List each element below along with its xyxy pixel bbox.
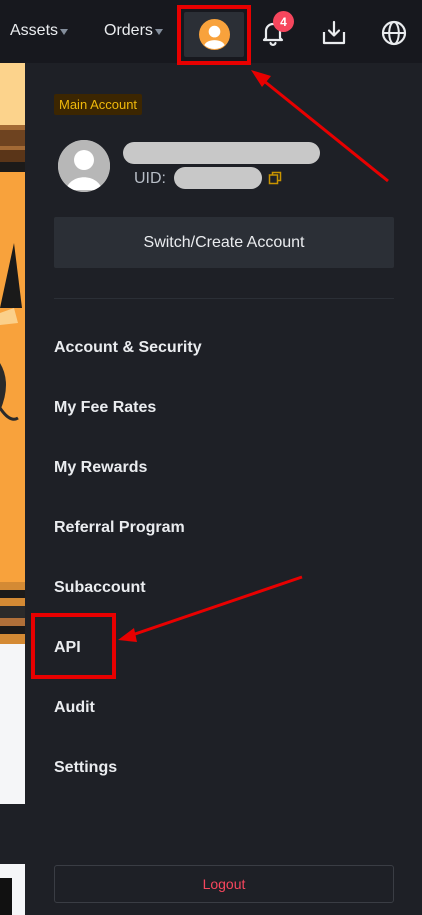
notifications-button[interactable]: 4	[258, 11, 294, 48]
assets-menu[interactable]: Assets	[10, 22, 69, 40]
main-account-tag: Main Account	[54, 94, 143, 115]
switch-create-account-button[interactable]: Switch/Create Account	[54, 217, 394, 268]
logout-button[interactable]: Logout	[54, 865, 394, 903]
menu-item-referral-program[interactable]: Referral Program	[54, 519, 185, 537]
user-profile-avatar	[58, 140, 110, 192]
orders-menu[interactable]: Orders	[104, 22, 163, 40]
notification-count-badge: 4	[273, 11, 294, 32]
background-illustration	[0, 63, 25, 915]
api-highlight-box	[31, 613, 116, 679]
background-page-strip	[0, 63, 25, 915]
menu-item-subaccount[interactable]: Subaccount	[54, 579, 146, 597]
globe-icon	[381, 20, 407, 46]
redacted-username	[123, 142, 320, 164]
menu-item-fee-rates[interactable]: My Fee Rates	[54, 399, 156, 417]
assets-label: Assets	[10, 22, 59, 39]
menu-item-settings[interactable]: Settings	[54, 759, 117, 777]
redacted-uid	[174, 167, 262, 189]
copy-icon[interactable]	[268, 171, 282, 185]
download-button[interactable]	[320, 19, 348, 47]
assets-caret-icon	[60, 29, 69, 35]
menu-item-account-security[interactable]: Account & Security	[54, 339, 202, 357]
account-dropdown-panel: Main Account UID: Switch/Create Account …	[25, 63, 422, 915]
menu-item-rewards[interactable]: My Rewards	[54, 459, 147, 477]
profile-highlight-box	[177, 5, 251, 65]
language-button[interactable]	[380, 19, 408, 47]
menu-divider	[54, 298, 394, 299]
orders-caret-icon	[154, 29, 163, 35]
menu-item-audit[interactable]: Audit	[54, 699, 95, 717]
default-avatar-icon	[58, 140, 110, 192]
uid-label: UID:	[134, 170, 166, 187]
orders-label: Orders	[104, 22, 153, 39]
download-icon	[322, 20, 346, 45]
